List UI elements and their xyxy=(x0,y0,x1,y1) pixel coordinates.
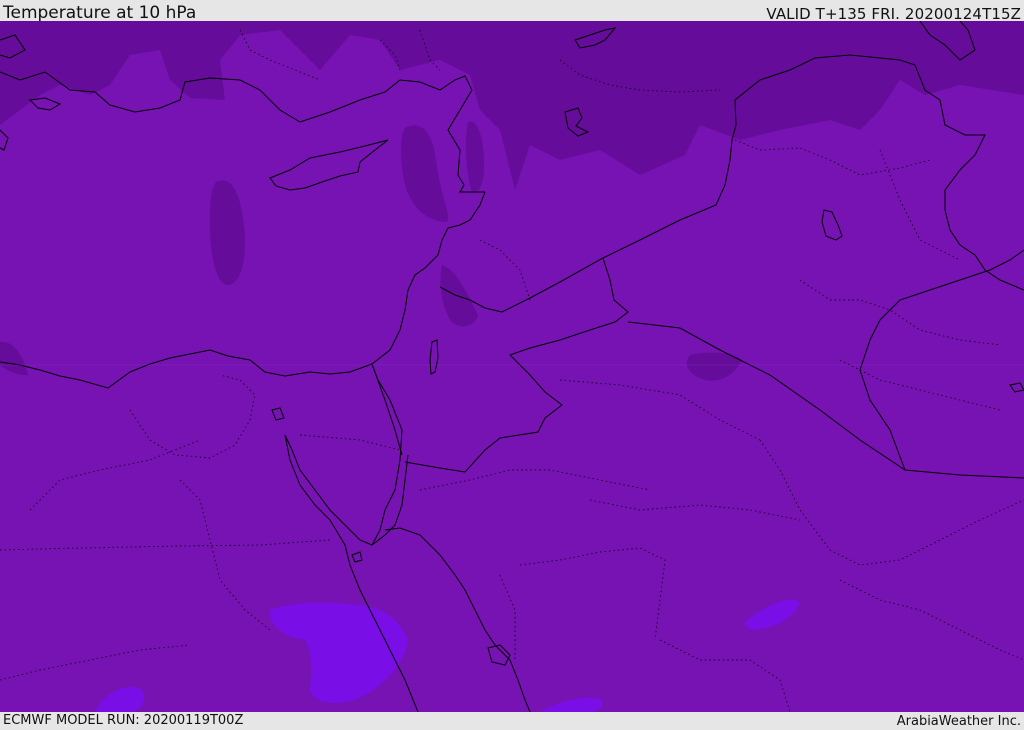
map-panel[interactable] xyxy=(0,21,1024,712)
model-run: ECMWF MODEL RUN: 20200119T00Z xyxy=(3,713,244,728)
map-footer: ECMWF MODEL RUN: 20200119T00Z ArabiaWeat… xyxy=(0,712,1024,729)
map-canvas xyxy=(0,21,1024,712)
credit-text: ArabiaWeather Inc. xyxy=(896,714,1021,729)
map-header: Temperature at 10 hPa VALID T+135 FRI. 2… xyxy=(0,0,1024,23)
map-title: Temperature at 10 hPa xyxy=(3,3,197,23)
